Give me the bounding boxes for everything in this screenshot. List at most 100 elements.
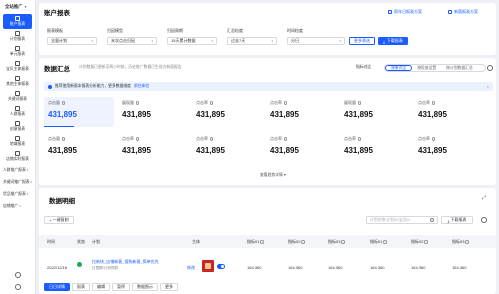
help-icon[interactable] [431,137,435,141]
report-scheme-link[interactable]: 帮年日报表方案 [388,9,422,15]
help-icon[interactable] [357,137,361,141]
download-detail-button[interactable]: ⤓ 下载报表 [441,216,473,224]
tab-effect-compare[interactable]: 效果对比 [385,65,413,71]
help-icon [260,240,264,244]
sidebar-item-region-report[interactable]: 地域报表 [0,134,35,149]
sidebar-item-creative-report[interactable]: 创意报表 [0,119,35,134]
select-value: 末次点击归因 [111,38,135,43]
report-button[interactable]: 报表 [72,283,90,291]
close-icon[interactable]: × [487,85,489,89]
help-icon[interactable] [61,137,65,141]
sidebar-item-other-report[interactable]: 其他主体报表 [0,74,35,89]
edit-link[interactable]: 修改 [187,265,195,271]
pause-button[interactable]: 暂停 [112,283,130,291]
sidebar-group-goods[interactable]: 货品推广报表 ▾ [0,188,35,200]
sidebar-item-realtime-report[interactable]: 店铺实时报表 [0,149,35,164]
metric-value: 431,895 [418,110,447,119]
sidebar-item-label: 人群报表 [9,112,26,116]
metric-card[interactable]: 点击率 431,895 [266,97,336,127]
new-report-scheme-link[interactable]: 新版报表方案 [448,9,478,15]
banner-link[interactable]: 前往体验 [134,84,149,89]
gear-icon[interactable] [481,217,487,223]
metric-card[interactable]: 点击率 431,895 [192,97,262,127]
sidebar-item-crowd-report[interactable]: 人群报表 [0,104,35,119]
status-toggle-icon[interactable] [77,262,82,267]
select-value: 全量计划 [51,38,67,43]
report-icon [15,136,20,141]
help-icon[interactable] [61,101,65,105]
time-granularity-select[interactable]: 分日 ▾ [287,37,345,45]
help-icon[interactable] [283,137,287,141]
aggregation-select[interactable]: 过去7天 ▾ [227,37,277,45]
report-icon [15,91,20,96]
download-report-button[interactable]: ⤓ 下载报表 [378,37,408,45]
summary-compare-label: 指标对比 [356,65,372,69]
metric-card[interactable]: 点击率 431,895 [414,133,484,163]
summary-subtitle: 计划数据已更新至两小时前，历史推广数据已生成为新版报告 [79,65,182,69]
row-switch[interactable] [217,264,225,269]
download-icon: ⤓ [447,217,450,223]
data-chart-button[interactable]: 数据图示 [132,283,158,291]
tab-by-plan[interactable]: 按计划数据汇总 [441,65,478,71]
metric-card[interactable]: 展现量 431,895 [118,97,188,127]
edit-button[interactable]: 编辑 [92,283,110,291]
metric-card[interactable]: 展现量 431,895 [340,97,410,127]
sidebar-item-label: 宝贝主体报表 [6,67,29,71]
sidebar-group-crowd[interactable]: 人群推广报表 ▾ [0,164,35,176]
info-banner: 推荐使用新版本报表分析能力，更多数据维度 前往体验 × [44,82,493,91]
sidebar-product-switcher[interactable]: 全站推广 ▾ [0,0,35,14]
metric-card[interactable]: 点击量 431,895 [44,133,114,163]
chevron-down-icon: ▾ [19,204,21,208]
gear-icon[interactable] [487,65,493,71]
search-input[interactable]: 计划名称/计划ID/宝贝ID [366,216,438,224]
metric-card[interactable]: 点击率 431,895 [340,133,410,163]
metric-card[interactable]: 点击率 431,895 [414,97,484,127]
help-icon[interactable] [135,137,139,141]
attribution-period-select[interactable]: 15天累计数据 ▾ [167,37,217,45]
sidebar-item-plan-report[interactable]: 计划报表 [0,29,35,44]
chevron-down-icon: ▾ [271,39,273,43]
view-trend-link[interactable]: 查看趋势详情 ▾ [260,172,286,178]
sidebar-group-keyword[interactable]: 关键词推广报表 ▾ [0,176,35,188]
column-label: 指标03 [328,239,341,244]
sidebar-group-shop[interactable]: 店铺推广 ▾ [0,200,35,212]
help-icon[interactable] [15,272,21,278]
chevron-down-icon: ▾ [283,173,286,177]
help-icon[interactable] [135,101,139,105]
copy-button[interactable]: + 一键复制 [44,216,74,224]
sidebar-item-item-report[interactable]: 宝贝主体报表 [0,59,35,74]
metric-card[interactable]: 点击量 431,895 [44,97,114,127]
filter-label: 报表模板 [47,28,63,33]
collapse-icon[interactable] [15,284,21,290]
help-icon[interactable] [209,137,213,141]
column-label: 指标02 [411,239,424,244]
metric-card[interactable]: 点击率 431,895 [118,133,188,163]
help-icon[interactable] [283,101,287,105]
report-icon [15,61,20,66]
sidebar-group-label: 货品推广报表 [3,191,26,196]
more-filters-button[interactable]: 更多筛选 [349,37,375,45]
report-template-select[interactable]: 全量计划 ▾ [47,37,97,45]
help-icon[interactable] [357,101,361,105]
sidebar-product-label: 全站推广 [5,4,23,9]
help-icon[interactable] [431,101,435,105]
sidebar-group-label: 人群推广报表 [3,167,26,172]
metric-value: 431,895 [122,110,151,119]
more-button[interactable]: 更多 [160,283,178,291]
daily-detail-button[interactable]: 日日详情 [44,283,70,291]
attribution-model-select[interactable]: 末次点击归因 ▾ [107,37,157,45]
metric-card[interactable]: 点击率 431,895 [192,133,262,163]
metric-value: 431,895 [196,146,225,155]
page-title: 账户报表 [44,10,70,17]
help-icon[interactable] [209,101,213,105]
expand-icon[interactable]: ⤢ [482,195,486,201]
report-icon [15,31,20,36]
plan-name-link[interactable]: 拉新快_店铺新客_搜狗新客_简单优先 [92,259,159,265]
sidebar-item-label: 计划报表 [9,37,26,41]
metric-card[interactable]: 点击率 431,895 [266,133,336,163]
sidebar-item-account-report[interactable]: 账户报表 [3,14,32,29]
sidebar-item-unit-report[interactable]: 单元报表 [0,44,35,59]
sidebar-item-keyword-report[interactable]: 关键词报表 [0,89,35,104]
tab-by-setting[interactable]: 按投放设置 [412,65,441,71]
metric-label: 点击率 [196,136,208,141]
